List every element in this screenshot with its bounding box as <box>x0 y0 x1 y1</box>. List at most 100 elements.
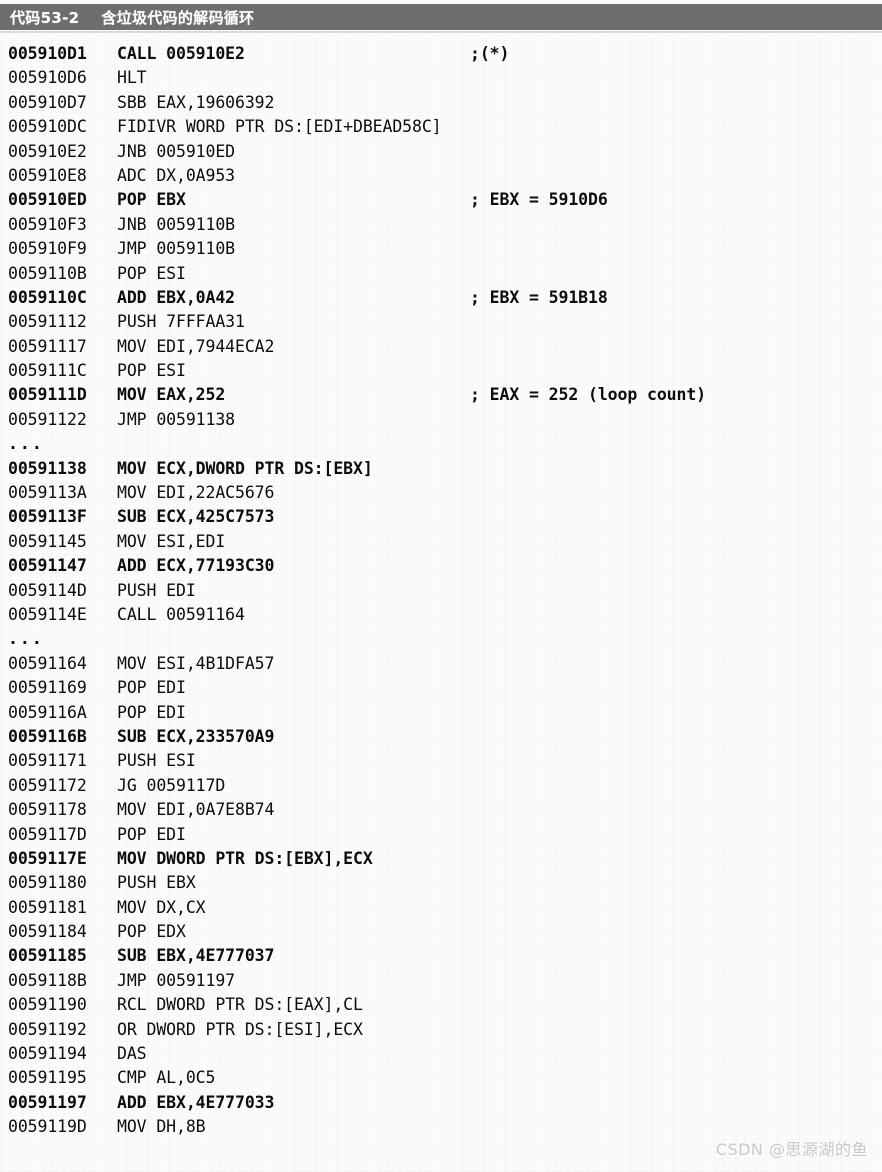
code-line: 0059116B SUB ECX,233570A9 <box>0 725 882 749</box>
code-line: 00591122 JMP 00591138 <box>0 408 882 432</box>
code-line: 00591164 MOV ESI,4B1DFA57 <box>0 652 882 676</box>
csdn-watermark: CSDN @思源湖的鱼 <box>715 1140 868 1159</box>
code-instruction: JG 0059117D <box>117 775 226 795</box>
code-address: 00591138 <box>8 458 87 478</box>
code-address: ... <box>8 434 44 454</box>
code-instruction: MOV EDI,7944ECA2 <box>117 336 275 356</box>
code-line: 0059113A MOV EDI,22AC5676 <box>0 481 882 505</box>
code-instruction: JMP 00591138 <box>117 409 236 429</box>
code-line: 005910F3 JNB 0059110B <box>0 213 882 237</box>
listing-caption-label: 代码53-2 <box>10 8 80 27</box>
listing-caption-title: 含垃圾代码的解码循环 <box>101 8 255 27</box>
code-address: 005910D6 <box>8 68 87 88</box>
listing-caption-bar: 代码53-2 含垃圾代码的解码循环 <box>0 4 882 33</box>
code-instruction: POP EDI <box>117 678 186 698</box>
code-line: 0059114D PUSH EDI <box>0 579 882 603</box>
code-line: 00591112 PUSH 7FFFAA31 <box>0 310 882 334</box>
code-instruction: POP EDI <box>117 824 186 844</box>
code-instruction: POP ESI <box>117 263 186 283</box>
code-line: 00591190 RCL DWORD PTR DS:[EAX],CL <box>0 993 882 1017</box>
code-instruction: JNB 005910ED <box>117 141 236 161</box>
code-address: 0059110B <box>8 263 87 283</box>
code-listing-page: 代码53-2 含垃圾代码的解码循环 005910D1 CALL 005910E2;… <box>0 0 882 1172</box>
code-line: 005910ED POP EBX ; EBX = 5910D6 <box>0 188 882 212</box>
code-instruction: MOV ESI,EDI <box>117 531 226 551</box>
code-instruction: ADD EBX,4E777033 <box>117 1092 275 1112</box>
code-line: 00591171 PUSH ESI <box>0 749 882 773</box>
code-line: 00591138 MOV ECX,DWORD PTR DS:[EBX] <box>0 457 882 481</box>
code-line: 00591178 MOV EDI,0A7E8B74 <box>0 798 882 822</box>
code-line: 00591180 PUSH EBX <box>0 871 882 895</box>
code-instruction: ADD ECX,77193C30 <box>117 556 275 576</box>
code-address: 0059119D <box>8 1117 87 1137</box>
code-instruction: POP EDX <box>117 922 186 942</box>
code-address: 0059113A <box>8 483 87 503</box>
code-line: 0059111C POP ESI <box>0 359 882 383</box>
code-instruction: ADD EBX,0A42 <box>117 287 236 307</box>
code-line: 005910E2 JNB 005910ED <box>0 140 882 164</box>
code-address: 0059116B <box>8 726 87 746</box>
code-address: 00591185 <box>8 946 87 966</box>
code-instruction: MOV EDI,22AC5676 <box>117 483 275 503</box>
code-instruction: PUSH EBX <box>117 873 196 893</box>
code-address: 00591190 <box>8 995 87 1015</box>
code-instruction: JMP 00591197 <box>117 970 236 990</box>
code-instruction: CMP AL,0C5 <box>117 1068 216 1088</box>
code-line: 0059110C ADD EBX,0A42 ; EBX = 591B18 <box>0 286 882 310</box>
code-line: 0059117D POP EDI <box>0 823 882 847</box>
code-line: 00591169 POP EDI <box>0 676 882 700</box>
code-line: 005910D1 CALL 005910E2 ;(*) <box>0 42 882 66</box>
code-address: 0059114D <box>8 580 87 600</box>
code-instruction: PUSH 7FFFAA31 <box>117 312 245 332</box>
code-instruction: SBB EAX,19606392 <box>117 92 275 112</box>
code-instruction: MOV ECX,DWORD PTR DS:[EBX] <box>117 458 373 478</box>
code-address: 00591172 <box>8 775 87 795</box>
code-comment: ;(*) <box>470 44 510 63</box>
code-line: 005910D7 SBB EAX,19606392 <box>0 91 882 115</box>
code-address: 00591194 <box>8 1044 87 1064</box>
code-address: 00591192 <box>8 1019 87 1039</box>
code-line-ellipsis: ... <box>0 627 882 651</box>
code-instruction: SUB ECX,425C7573 <box>117 507 275 527</box>
code-instruction: DAS <box>117 1044 147 1064</box>
code-address: 00591171 <box>8 751 87 771</box>
code-line: 0059114E CALL 00591164 <box>0 603 882 627</box>
code-line: 005910E8 ADC DX,0A953 <box>0 164 882 188</box>
code-line: 0059118B JMP 00591197 <box>0 969 882 993</box>
code-address: 00591181 <box>8 897 87 917</box>
code-address: 00591112 <box>8 312 87 332</box>
code-address: 0059110C <box>8 287 87 307</box>
code-line: 005910D6 HLT <box>0 66 882 90</box>
code-line: 0059117E MOV DWORD PTR DS:[EBX],ECX <box>0 847 882 871</box>
disassembly-listing: 005910D1 CALL 005910E2 ;(*) 005910D6 HLT 0059… <box>0 42 882 1140</box>
code-line: 0059111D MOV EAX,252 ; EAX = 252 (loop cou… <box>0 383 882 407</box>
code-line: 00591185 SUB EBX,4E777037 <box>0 944 882 968</box>
code-comment: ; EBX = 591B18 <box>470 287 608 307</box>
code-line: 0059113F SUB ECX,425C7573 <box>0 505 882 529</box>
code-comment: ; EAX = 252 (loop count) <box>470 385 707 405</box>
code-address: 00591164 <box>8 653 87 673</box>
code-address: 005910D1 <box>8 44 87 63</box>
code-address: 00591197 <box>8 1092 87 1112</box>
code-address: 00591184 <box>8 922 87 942</box>
code-instruction: MOV ESI,4B1DFA57 <box>117 653 275 673</box>
code-line: 0059110B POP ESI <box>0 262 882 286</box>
code-line: 00591145 MOV ESI,EDI <box>0 530 882 554</box>
code-comment: ; EBX = 5910D6 <box>470 190 608 210</box>
code-instruction: PUSH ESI <box>117 751 196 771</box>
code-address: 005910E2 <box>8 141 87 161</box>
code-address: 0059111D <box>8 385 87 405</box>
code-line: 00591172 JG 0059117D <box>0 774 882 798</box>
code-instruction: MOV EDI,0A7E8B74 <box>117 800 275 820</box>
code-address: 005910ED <box>8 190 87 210</box>
code-instruction: JNB 0059110B <box>117 214 236 234</box>
code-instruction: RCL DWORD PTR DS:[EAX],CL <box>117 995 363 1015</box>
code-instruction: SUB ECX,233570A9 <box>117 726 275 746</box>
code-instruction: POP EDI <box>117 702 186 722</box>
code-line: 0059116A POP EDI <box>0 701 882 725</box>
code-instruction: CALL 005910E2 <box>117 44 245 63</box>
code-line: 00591147 ADD ECX,77193C30 <box>0 554 882 578</box>
code-address: 0059117E <box>8 848 87 868</box>
code-line: 00591181 MOV DX,CX <box>0 896 882 920</box>
code-instruction: MOV DH,8B <box>117 1117 206 1137</box>
